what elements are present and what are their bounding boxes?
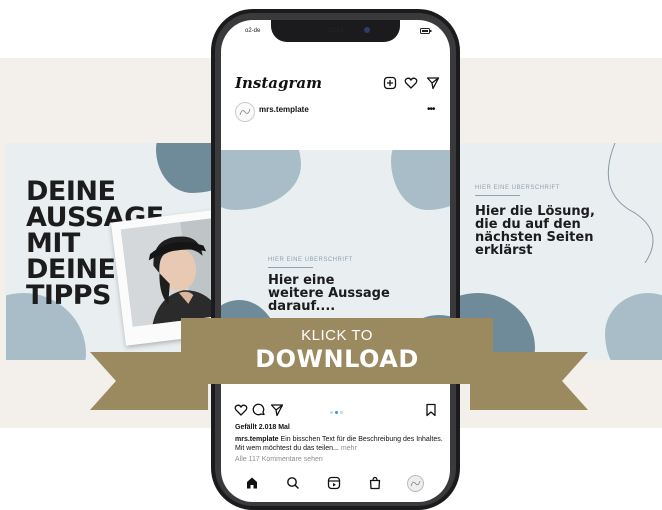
send-icon[interactable]: [426, 76, 440, 90]
status-carrier: o2-de: [245, 28, 261, 34]
bookmark-icon[interactable]: [424, 403, 438, 417]
reels-icon[interactable]: [327, 476, 341, 490]
small-caption: HIER EINE UBERSCHRIFT: [475, 185, 560, 191]
decorative-blob: [605, 293, 662, 360]
view-comments-link[interactable]: Alle 117 Kommentare sehen: [235, 456, 323, 463]
slide-text: Hier die Lösung, die du auf den nächsten…: [475, 205, 595, 257]
download-banner[interactable]: KLICK TO DOWNLOAD: [181, 318, 493, 384]
heart-icon[interactable]: [404, 76, 418, 90]
shop-icon[interactable]: [368, 476, 382, 490]
comment-icon[interactable]: [252, 403, 266, 417]
pagination-dot-active: [335, 411, 338, 414]
small-caption: HIER EINE UBERSCHRIFT: [268, 257, 353, 263]
status-time: 21:14: [328, 28, 344, 34]
banner-top-label: KLICK TO: [301, 327, 373, 344]
decorative-blob: [156, 143, 216, 193]
battery-icon: [420, 28, 432, 36]
camera-icon: [364, 27, 370, 33]
home-icon[interactable]: [245, 476, 259, 490]
pagination-dot: [340, 411, 343, 414]
portrait-image: [120, 217, 216, 327]
heart-icon[interactable]: [234, 403, 248, 417]
decorative-blob: [221, 150, 301, 210]
post-caption: mrs.template Ein bisschen Text für die B…: [235, 435, 445, 453]
post-username[interactable]: mrs.template: [259, 105, 309, 114]
plus-square-icon[interactable]: [383, 76, 397, 90]
search-icon[interactable]: [286, 476, 300, 490]
likes-count[interactable]: Gefällt 2.018 Mal: [235, 424, 290, 431]
text-line: erklärst: [475, 243, 533, 258]
phone-mockup: o2-de 21:14 Instagram mrs.template ••• H…: [211, 9, 460, 510]
avatar[interactable]: [235, 102, 255, 122]
more-options-icon[interactable]: •••: [427, 104, 435, 115]
post-text: Hier eine weitere Aussage darauf....: [268, 274, 390, 313]
banner-main-label: DOWNLOAD: [255, 345, 419, 373]
text-line: darauf....: [268, 299, 336, 314]
caption-username[interactable]: mrs.template: [235, 436, 279, 443]
more-link[interactable]: mehr: [339, 445, 357, 452]
decorative-blob: [391, 150, 450, 210]
divider-line: [475, 195, 520, 196]
phone-screen: o2-de 21:14 Instagram mrs.template ••• H…: [221, 20, 450, 502]
app-logo[interactable]: Instagram: [235, 74, 322, 92]
divider-line: [268, 267, 313, 268]
pagination-dot: [330, 411, 333, 414]
send-icon[interactable]: [270, 403, 284, 417]
profile-avatar[interactable]: [407, 475, 424, 492]
